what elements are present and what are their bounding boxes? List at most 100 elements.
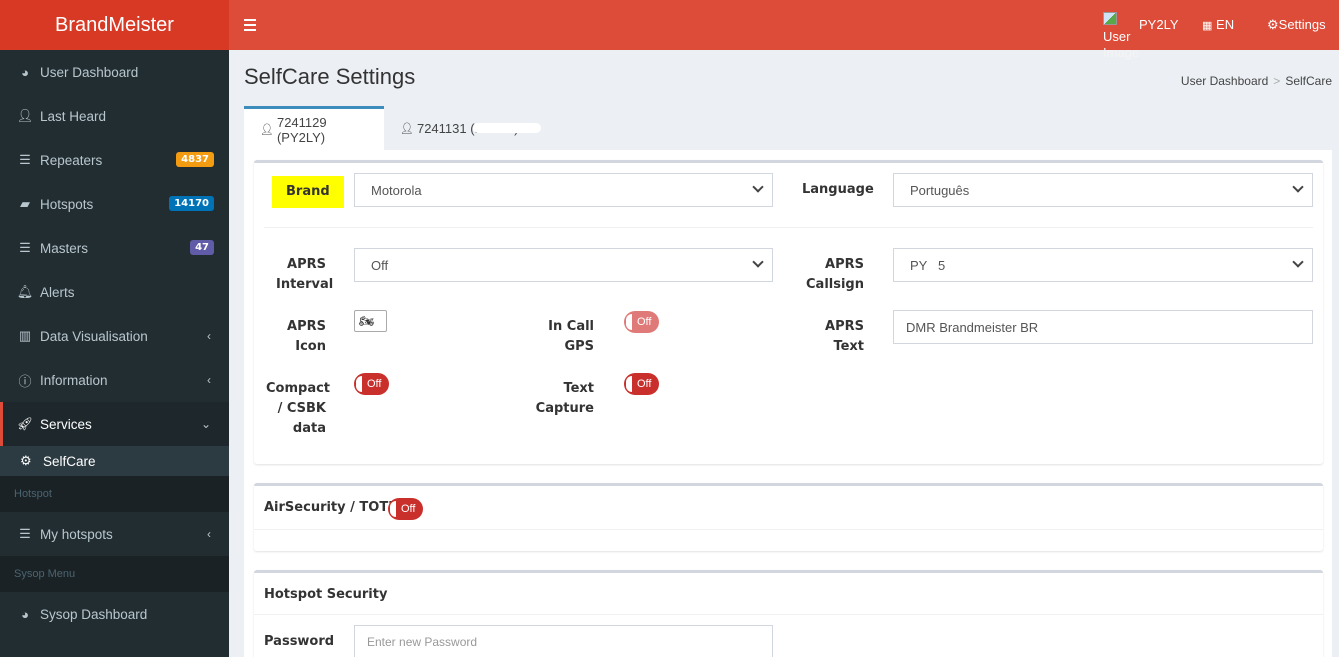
briefcase-icon: ▰ bbox=[20, 196, 30, 211]
chevron-down-icon bbox=[752, 256, 764, 268]
breadcrumb-selfcare: SelfCare bbox=[1285, 74, 1332, 88]
brand-select[interactable]: Motorola bbox=[354, 173, 773, 207]
user-icon: 👤︎ bbox=[400, 122, 414, 135]
aprs-callsign-label: APRS Callsign bbox=[806, 257, 864, 292]
in-call-gps-label: In Call GPS bbox=[548, 319, 594, 354]
hotspot-security-title: Hotspot Security bbox=[264, 587, 388, 602]
uk-flag-icon: ▦ bbox=[1202, 20, 1213, 32]
masters-count-badge: 47 bbox=[190, 240, 214, 255]
breadcrumb-user-dashboard[interactable]: User Dashboard bbox=[1181, 74, 1268, 88]
sidebar-item-repeaters[interactable]: ☰ Repeaters 4837 bbox=[0, 138, 229, 182]
user-image[interactable]: User Image bbox=[1103, 12, 1139, 61]
brand-logo[interactable]: BrandMeister bbox=[0, 0, 229, 50]
sidebar-item-label: Alerts bbox=[40, 284, 75, 300]
aprs-text-input[interactable]: DMR Brandmeister BR bbox=[893, 310, 1313, 344]
chevron-down-icon: ⌄ bbox=[200, 417, 211, 431]
user-callsign[interactable]: PY2LY bbox=[1139, 17, 1179, 32]
gears-icon: ⚙ bbox=[1267, 17, 1279, 32]
sidebar-item-data-visualisation[interactable]: ▥ Data Visualisation ‹ bbox=[0, 314, 229, 358]
hotspots-count-badge: 14170 bbox=[169, 196, 214, 211]
sidebar-item-alerts[interactable]: 🔔︎ Alerts bbox=[0, 270, 229, 314]
sidebar-item-label: User Dashboard bbox=[40, 64, 139, 80]
server-icon: ☰ bbox=[19, 152, 31, 167]
text-capture-toggle[interactable]: Off bbox=[624, 373, 659, 395]
aprs-icon-label: APRS Icon bbox=[287, 319, 326, 354]
sidebar-item-my-hotspots[interactable]: ☰ My hotspots ‹ bbox=[0, 512, 229, 556]
sidebar-item-label: Sysop Dashboard bbox=[40, 606, 148, 622]
sidebar-item-label: SelfCare bbox=[43, 453, 96, 469]
settings-menu[interactable]: ⚙Settings bbox=[1267, 17, 1326, 33]
divider bbox=[254, 529, 1323, 530]
top-navbar: User Image PY2LY ▦ EN ⚙Settings bbox=[229, 0, 1339, 60]
sidebar-subitem-selfcare[interactable]: ⚙ SelfCare bbox=[0, 446, 229, 476]
rocket-icon: 🚀︎ bbox=[16, 416, 34, 431]
compact-csbk-toggle[interactable]: Off bbox=[354, 373, 389, 395]
chevron-down-icon bbox=[752, 181, 764, 193]
sidebar-item-user-dashboard[interactable]: ◕ User Dashboard bbox=[0, 50, 229, 94]
sidebar-item-label: Information bbox=[40, 372, 108, 388]
sidebar-item-label: My hotspots bbox=[40, 526, 113, 542]
chevron-down-icon bbox=[1292, 256, 1304, 268]
divider bbox=[254, 614, 1323, 615]
aprs-interval-select[interactable]: Off bbox=[354, 248, 773, 282]
dashboard-icon: ◕ bbox=[21, 606, 29, 622]
aprs-callsign-select[interactable]: PY 5 bbox=[893, 248, 1313, 282]
chevron-left-icon: ‹ bbox=[207, 527, 211, 541]
radio-settings-box: Brand Motorola Language Português APRS In… bbox=[254, 160, 1323, 464]
password-label: Password bbox=[264, 634, 335, 649]
page-title: SelfCare Settings bbox=[244, 64, 416, 89]
user-icon: 👤︎ bbox=[16, 108, 34, 123]
tab-pane: Brand Motorola Language Português APRS In… bbox=[244, 150, 1332, 657]
broken-image-icon bbox=[1103, 12, 1117, 25]
sidebar-item-label: Data Visualisation bbox=[40, 328, 148, 344]
info-icon: ⓘ bbox=[18, 373, 32, 389]
password-input[interactable]: Enter new Password bbox=[354, 625, 773, 657]
chevron-left-icon: ‹ bbox=[207, 329, 211, 343]
radio-id-tabs: 👤︎ 7241129 (PY2LY) 👤︎ 7241131 (PY2LY) bbox=[244, 106, 557, 150]
user-icon: 👤︎ bbox=[260, 124, 274, 136]
sidebar-item-services[interactable]: 🚀︎ Services ⌄ bbox=[0, 402, 229, 446]
gear-icon: ⚙ bbox=[20, 453, 32, 468]
sidebar-item-sysop-dashboard[interactable]: ◕ Sysop Dashboard bbox=[0, 592, 229, 636]
sidebar-item-label: Last Heard bbox=[40, 108, 107, 124]
language-menu[interactable]: ▦ EN bbox=[1202, 17, 1234, 32]
chevron-down-icon bbox=[1292, 181, 1304, 193]
sidebar-header-hotspot: Hotspot bbox=[0, 476, 229, 512]
repeaters-count-badge: 4837 bbox=[176, 152, 214, 167]
sidebar-item-masters[interactable]: ☰ Masters 47 bbox=[0, 226, 229, 270]
dashboard-icon: ◕ bbox=[21, 64, 29, 80]
language-select[interactable]: Português bbox=[893, 173, 1313, 207]
sidebar-item-hotspots[interactable]: ▰ Hotspots 14170 bbox=[0, 182, 229, 226]
bell-icon: 🔔︎ bbox=[16, 284, 34, 299]
tab-radio-1[interactable]: 👤︎ 7241129 (PY2LY) bbox=[244, 106, 384, 150]
text-capture-label: Text Capture bbox=[535, 381, 594, 416]
tab-radio-2[interactable]: 👤︎ 7241131 (PY2LY) bbox=[384, 106, 557, 150]
server-icon: ☰ bbox=[19, 240, 31, 255]
hotspot-security-box: Hotspot Security Password Enter new Pass… bbox=[254, 570, 1323, 657]
language-label: Language bbox=[802, 182, 874, 197]
sidebar-toggle-icon[interactable] bbox=[244, 19, 256, 34]
aprs-text-label: APRS Text bbox=[825, 319, 864, 354]
sidebar-item-label: Masters bbox=[40, 240, 89, 256]
airsecurity-toggle[interactable]: Off bbox=[388, 498, 423, 520]
airsecurity-box: AirSecurity / TOTP Off bbox=[254, 483, 1323, 551]
in-call-gps-toggle[interactable]: Off bbox=[624, 311, 659, 333]
compact-csbk-label: Compact / CSBK data bbox=[266, 381, 331, 436]
server-icon: ☰ bbox=[19, 526, 31, 541]
sidebar-header-sysop: Sysop Menu bbox=[0, 556, 229, 592]
motorcycle-icon: 🏍︎ bbox=[359, 314, 375, 328]
sidebar-item-label: Repeaters bbox=[40, 152, 103, 168]
breadcrumb-separator: > bbox=[1273, 74, 1281, 88]
breadcrumb: User Dashboard > SelfCare bbox=[1181, 74, 1332, 88]
sidebar: BrandMeister ◕ User Dashboard 👤︎ Last He… bbox=[0, 0, 229, 657]
sidebar-item-last-heard[interactable]: 👤︎ Last Heard bbox=[0, 94, 229, 138]
divider bbox=[264, 227, 1313, 228]
sidebar-item-label: Hotspots bbox=[40, 196, 94, 212]
airsecurity-label: AirSecurity / TOTP bbox=[264, 500, 398, 515]
aprs-interval-label: APRS Interval bbox=[276, 257, 334, 292]
sidebar-item-label: Services bbox=[40, 416, 92, 432]
sidebar-item-information[interactable]: ⓘ Information ‹ bbox=[0, 358, 229, 402]
redaction-mark bbox=[473, 123, 542, 133]
brand-label: Brand bbox=[272, 176, 344, 208]
aprs-icon-picker[interactable]: 🏍︎ bbox=[354, 310, 387, 332]
